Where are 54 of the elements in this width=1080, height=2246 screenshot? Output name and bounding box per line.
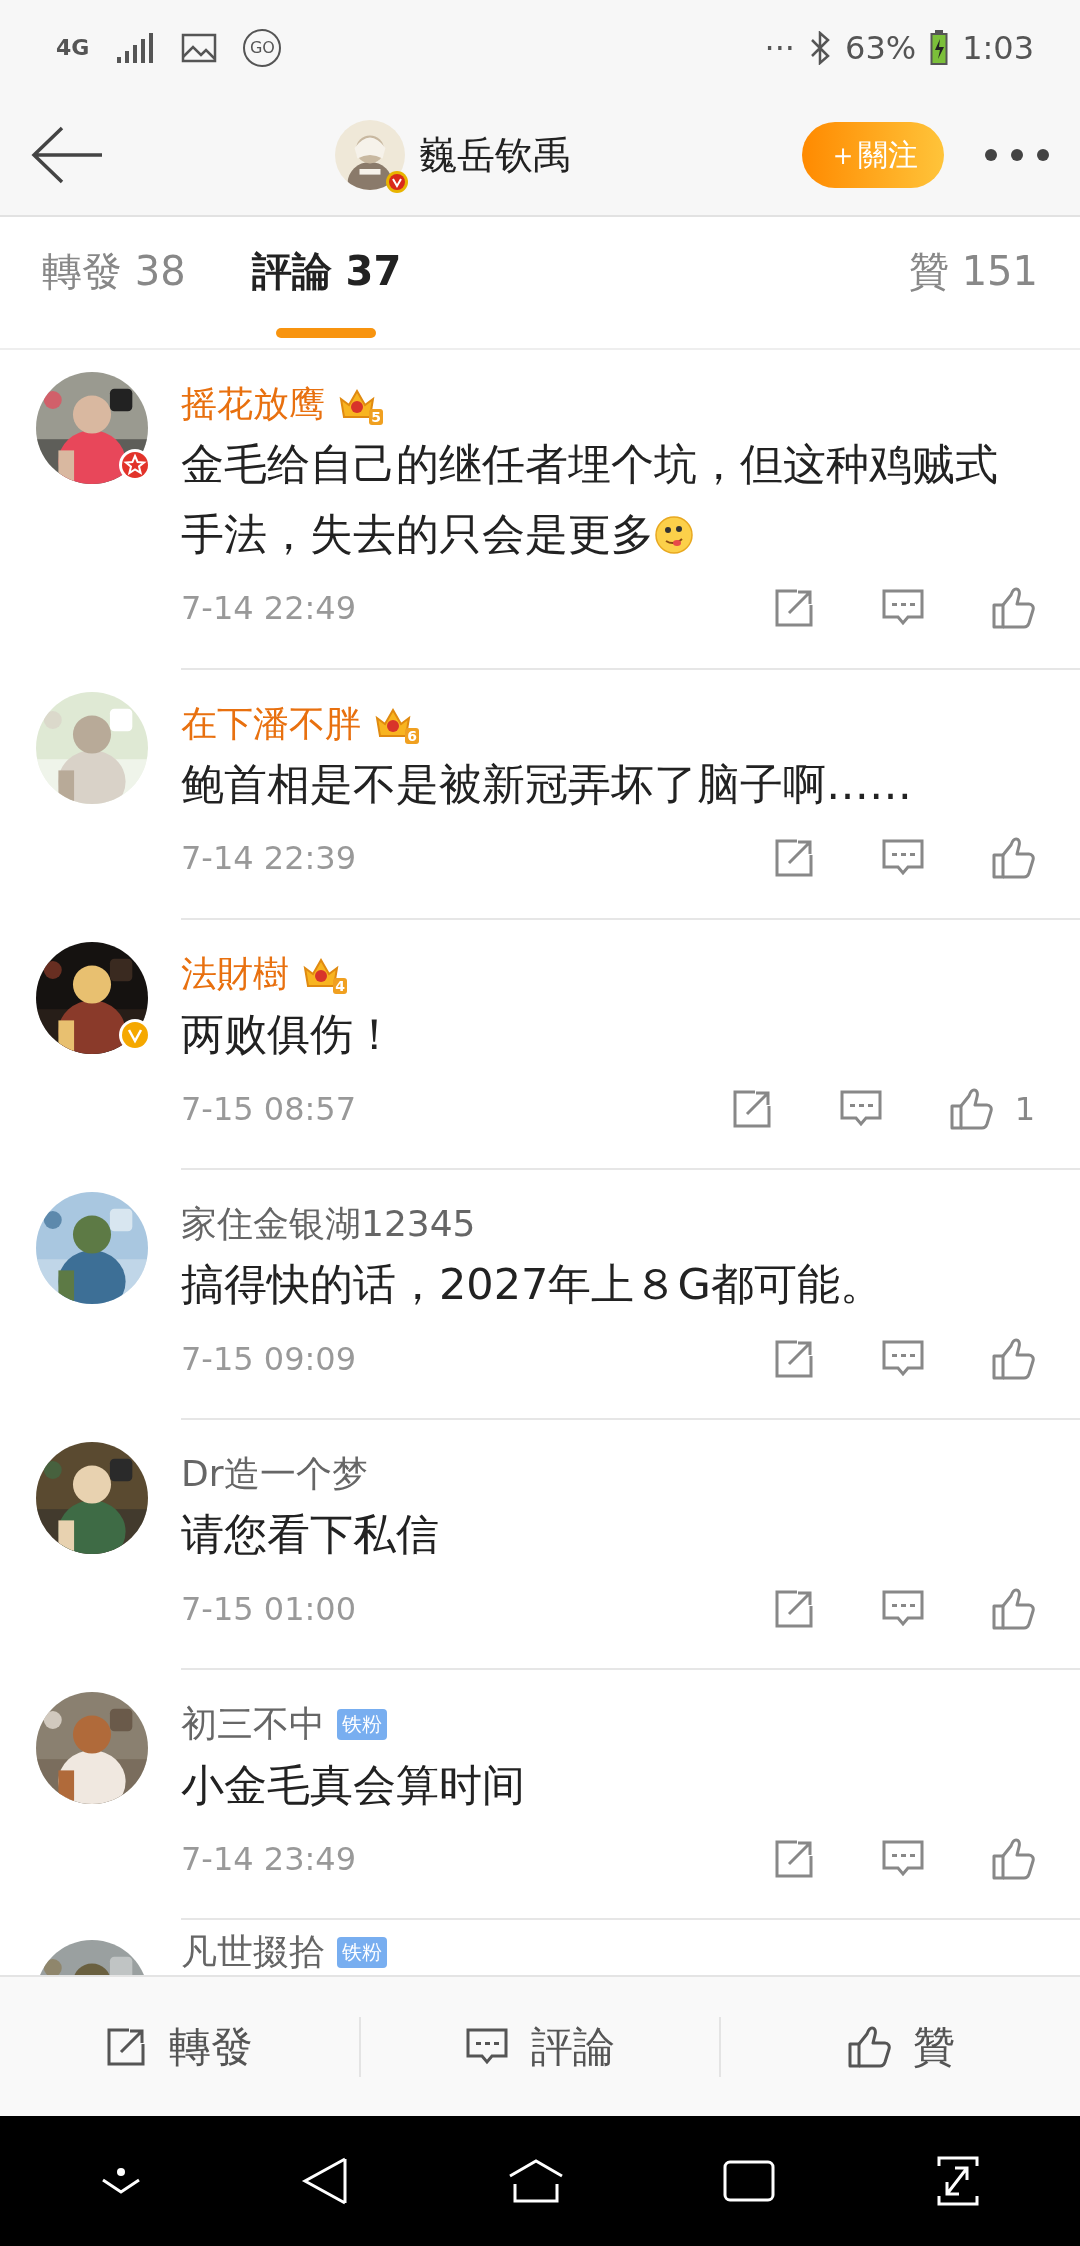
network-type: 4G bbox=[56, 35, 90, 60]
comment-time: 7-15 08:57 bbox=[181, 1089, 356, 1128]
thumbs-up-icon[interactable] bbox=[991, 836, 1035, 881]
comment-time: 7-14 22:39 bbox=[181, 839, 356, 878]
signal-icon bbox=[115, 32, 156, 63]
battery-icon bbox=[930, 29, 949, 66]
thumbs-up-icon[interactable] bbox=[991, 1336, 1035, 1381]
user-name[interactable]: 摇花放鹰 bbox=[181, 380, 325, 430]
user-name[interactable]: 在下潘不胖 bbox=[181, 699, 361, 749]
comment-text: 搞得快的话，2027年上８G都可能。 bbox=[181, 1258, 884, 1312]
thumbs-up-icon[interactable] bbox=[948, 1086, 993, 1131]
share-icon[interactable] bbox=[773, 837, 815, 880]
comment-text: 鲍首相是不是被新冠弄坏了脑子啊…… bbox=[181, 757, 913, 811]
comment-time: 7-15 01:00 bbox=[181, 1589, 356, 1628]
back-arrow-icon[interactable] bbox=[30, 125, 104, 185]
share-icon[interactable] bbox=[773, 1838, 815, 1880]
comment-text: 金毛给自己的继任者埋个坑，但这种鸡贼式手法，失去的只会是更多 bbox=[181, 438, 999, 562]
image-icon bbox=[181, 32, 218, 63]
more-icon[interactable] bbox=[984, 148, 1050, 162]
thumbs-up-icon[interactable] bbox=[991, 1586, 1035, 1631]
share-icon[interactable] bbox=[773, 587, 815, 630]
more-indicator: ··· bbox=[764, 28, 795, 67]
comment-button[interactable]: 評論 bbox=[360, 1977, 720, 2116]
home-icon[interactable] bbox=[507, 2158, 565, 2204]
fan-badge: 铁粉 bbox=[337, 1937, 387, 1969]
verified-icon bbox=[385, 170, 409, 194]
thumbs-up-icon[interactable] bbox=[991, 586, 1035, 631]
comment-time: 7-14 22:49 bbox=[181, 589, 356, 628]
thumbs-up-icon bbox=[846, 2024, 891, 2069]
comment-time: 7-14 23:49 bbox=[181, 1840, 356, 1878]
battery-percent: 63% bbox=[845, 28, 917, 67]
clock-time: 1:03 bbox=[962, 28, 1034, 67]
like-count: 1 bbox=[1014, 1089, 1035, 1128]
fan-badge: 铁粉 bbox=[337, 1709, 387, 1741]
user-name[interactable]: 家住金银湖12345 bbox=[181, 1200, 476, 1250]
comment-text: 请您看下私信 bbox=[181, 1508, 440, 1562]
comment-text: 两败俱伤！ bbox=[181, 1008, 397, 1062]
back-icon[interactable] bbox=[301, 2156, 349, 2206]
thumbs-up-icon[interactable] bbox=[991, 1837, 1035, 1881]
user-name[interactable]: 凡世掇拾 bbox=[181, 1928, 325, 1975]
author-name[interactable]: 巍岳钦禹 bbox=[419, 129, 571, 181]
repost-button[interactable]: 轉發 bbox=[0, 1977, 359, 2116]
bluetooth-icon bbox=[809, 30, 831, 65]
comment-time: 7-15 09:09 bbox=[181, 1339, 356, 1378]
go-indicator: GO bbox=[243, 28, 282, 67]
tab[interactable]: 贊 151 bbox=[908, 217, 1038, 348]
recent-apps-icon[interactable] bbox=[723, 2160, 775, 2202]
like-button[interactable]: 贊 bbox=[721, 1977, 1080, 2116]
tab[interactable]: 評論 37 bbox=[251, 217, 402, 348]
user-name[interactable]: Dr造一个梦 bbox=[181, 1450, 368, 1500]
tab[interactable]: 轉發 38 bbox=[42, 217, 186, 348]
user-name[interactable]: 初三不中 bbox=[181, 1700, 325, 1750]
comment-text: 小金毛真会算时间 bbox=[181, 1758, 526, 1812]
user-name[interactable]: 法財樹 bbox=[181, 949, 289, 999]
